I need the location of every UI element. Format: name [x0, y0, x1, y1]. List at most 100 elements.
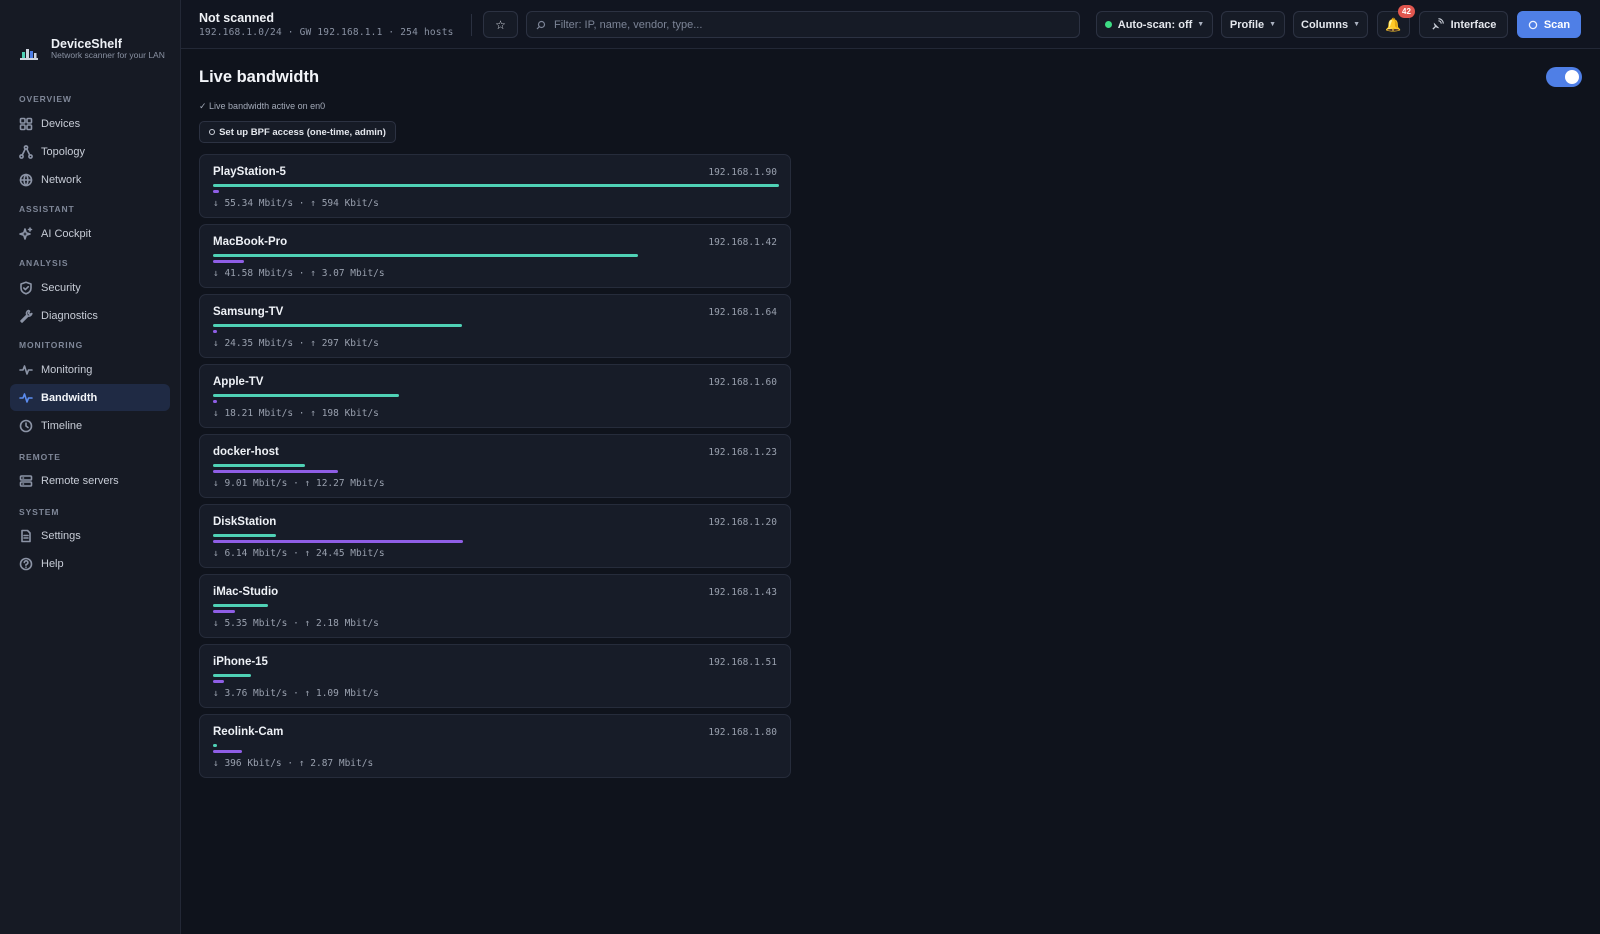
topbar: Not scanned 192.168.1.0/24 · GW 192.168.…	[181, 0, 1600, 49]
device-name: iMac-Studio	[213, 586, 279, 598]
device-rates: ↓ 9.01 Mbit/s · ↑ 12.27 Mbit/s	[213, 478, 385, 489]
search-box[interactable]	[526, 11, 1080, 38]
nav-section-system: SYSTEM	[19, 507, 60, 517]
device-name: Apple-TV	[213, 376, 264, 388]
device-ip: 192.168.1.20	[708, 517, 777, 528]
page-title: Live bandwidth	[199, 68, 320, 86]
profile-dropdown[interactable]: Profile ▼	[1221, 11, 1285, 38]
app-logo-icon	[18, 42, 40, 64]
device-name: PlayStation-5	[213, 166, 286, 178]
favorite-button[interactable]: ☆	[483, 11, 518, 38]
rate-separator: ·	[293, 408, 311, 419]
device-name: MacBook-Pro	[213, 236, 288, 248]
device-rates: ↓ 5.35 Mbit/s · ↑ 2.18 Mbit/s	[213, 618, 379, 629]
sidebar-item-label: Remote servers	[41, 474, 119, 487]
device-ip: 192.168.1.23	[708, 447, 777, 458]
sidebar-item-help[interactable]: Help	[10, 550, 170, 577]
upload-rate: ↑ 594 Kbit/s	[310, 198, 379, 209]
device-bandwidth-card[interactable]: PlayStation-5 192.168.1.90 ↓ 55.34 Mbit/s …	[199, 154, 791, 218]
sidebar-item-remote-servers[interactable]: Remote servers	[10, 467, 170, 494]
sidebar-item-security[interactable]: Security	[10, 274, 170, 301]
device-rates: ↓ 396 Kbit/s · ↑ 2.87 Mbit/s	[213, 758, 373, 769]
scan-status-title: Not scanned	[199, 11, 275, 25]
sparkle-icon	[19, 226, 33, 241]
device-bandwidth-card[interactable]: DiskStation 192.168.1.20 ↓ 6.14 Mbit/s · ↑…	[199, 504, 791, 568]
columns-dropdown[interactable]: Columns ▼	[1293, 11, 1368, 38]
download-rate: ↓ 41.58 Mbit/s	[213, 268, 294, 279]
setup-bpf-label: Set up BPF access (one-time, admin)	[219, 126, 386, 138]
device-name: docker-host	[213, 446, 279, 458]
topology-icon	[19, 144, 33, 159]
auto-scan-label: Auto-scan: off	[1117, 18, 1193, 31]
download-bar	[213, 254, 638, 257]
sidebar-item-monitoring[interactable]: Monitoring	[10, 356, 170, 383]
sidebar-item-label: Diagnostics	[41, 309, 98, 322]
interface-label: Interface	[1450, 18, 1497, 31]
auto-scan-dropdown[interactable]: Auto-scan: off ▼	[1096, 11, 1213, 38]
upload-rate: ↑ 198 Kbit/s	[310, 408, 379, 419]
sidebar-item-label: Bandwidth	[41, 391, 98, 404]
interface-button[interactable]: Interface	[1419, 11, 1508, 38]
sidebar-item-devices[interactable]: Devices	[10, 110, 170, 137]
sidebar-item-label: Devices	[41, 117, 81, 130]
sidebar-item-timeline[interactable]: Timeline	[10, 412, 170, 439]
scan-icon	[1528, 20, 1538, 30]
satellite-icon	[1431, 18, 1444, 31]
upload-bar	[213, 610, 235, 613]
download-rate: ↓ 3.76 Mbit/s	[213, 688, 288, 699]
columns-label: Columns	[1301, 18, 1349, 31]
device-ip: 192.168.1.42	[708, 237, 777, 248]
notification-count-badge: 42	[1398, 5, 1415, 18]
upload-bar	[213, 750, 242, 753]
sidebar-item-ai-cockpit[interactable]: AI Cockpit	[10, 220, 170, 247]
rate-separator: ·	[281, 758, 299, 769]
sidebar: DeviceShelf Network scanner for your LAN…	[0, 0, 181, 934]
download-rate: ↓ 6.14 Mbit/s	[213, 548, 288, 559]
brand[interactable]: DeviceShelf Network scanner for your LAN	[18, 36, 178, 72]
chevron-down-icon: ▼	[1353, 21, 1360, 28]
upload-bar	[213, 190, 219, 193]
chevron-down-icon: ▼	[1269, 21, 1277, 28]
download-bar	[213, 184, 779, 187]
live-status-note: ✓ Live bandwidth active on en0	[199, 101, 326, 111]
device-rates: ↓ 3.76 Mbit/s · ↑ 1.09 Mbit/s	[213, 688, 379, 699]
device-bandwidth-card[interactable]: docker-host 192.168.1.23 ↓ 9.01 Mbit/s · ↑…	[199, 434, 791, 498]
setup-bpf-button[interactable]: Set up BPF access (one-time, admin)	[199, 121, 396, 143]
profile-label: Profile	[1229, 18, 1265, 31]
sidebar-item-label: Monitoring	[41, 363, 93, 376]
toggle-knob	[1565, 70, 1579, 84]
sidebar-item-topology[interactable]: Topology	[10, 138, 170, 165]
device-ip: 192.168.1.43	[708, 587, 777, 598]
notifications-button[interactable]: 🔔 42	[1377, 5, 1415, 38]
help-icon	[19, 557, 33, 571]
sidebar-item-network[interactable]: Network	[10, 166, 170, 193]
pulse-icon	[19, 363, 33, 377]
device-bandwidth-card[interactable]: Apple-TV 192.168.1.60 ↓ 18.21 Mbit/s · ↑ 1…	[199, 364, 791, 428]
device-ip: 192.168.1.60	[708, 377, 777, 388]
device-bandwidth-card[interactable]: iMac-Studio 192.168.1.43 ↓ 5.35 Mbit/s · ↑…	[199, 574, 791, 638]
sidebar-item-settings[interactable]: Settings	[10, 522, 170, 549]
download-rate: ↓ 55.34 Mbit/s	[213, 198, 294, 209]
scan-button[interactable]: Scan	[1517, 11, 1581, 38]
sidebar-item-bandwidth[interactable]: Bandwidth	[10, 384, 170, 411]
live-bandwidth-toggle[interactable]	[1546, 67, 1582, 87]
sidebar-item-label: Network	[41, 173, 82, 186]
device-ip: 192.168.1.51	[708, 657, 777, 668]
device-bandwidth-card[interactable]: Samsung-TV 192.168.1.64 ↓ 24.35 Mbit/s · ↑…	[199, 294, 791, 358]
rate-separator: ·	[287, 478, 305, 489]
download-bar	[213, 534, 276, 537]
device-name: DiskStation	[213, 516, 277, 528]
device-bandwidth-card[interactable]: MacBook-Pro 192.168.1.42 ↓ 41.58 Mbit/s · …	[199, 224, 791, 288]
device-rates: ↓ 41.58 Mbit/s · ↑ 3.07 Mbit/s	[213, 268, 385, 279]
sidebar-item-label: Help	[41, 557, 64, 570]
download-rate: ↓ 18.21 Mbit/s	[213, 408, 294, 419]
device-bandwidth-card[interactable]: Reolink-Cam 192.168.1.80 ↓ 396 Kbit/s · ↑ …	[199, 714, 791, 778]
rate-separator: ·	[287, 618, 305, 629]
search-input[interactable]	[554, 18, 1054, 31]
device-bandwidth-card[interactable]: iPhone-15 192.168.1.51 ↓ 3.76 Mbit/s · ↑ 1…	[199, 644, 791, 708]
device-ip: 192.168.1.64	[708, 307, 777, 318]
sidebar-item-label: Topology	[41, 145, 86, 158]
app-tagline: Network scanner for your LAN	[51, 50, 165, 60]
sidebar-item-diagnostics[interactable]: Diagnostics	[10, 302, 170, 329]
download-bar	[213, 394, 399, 397]
